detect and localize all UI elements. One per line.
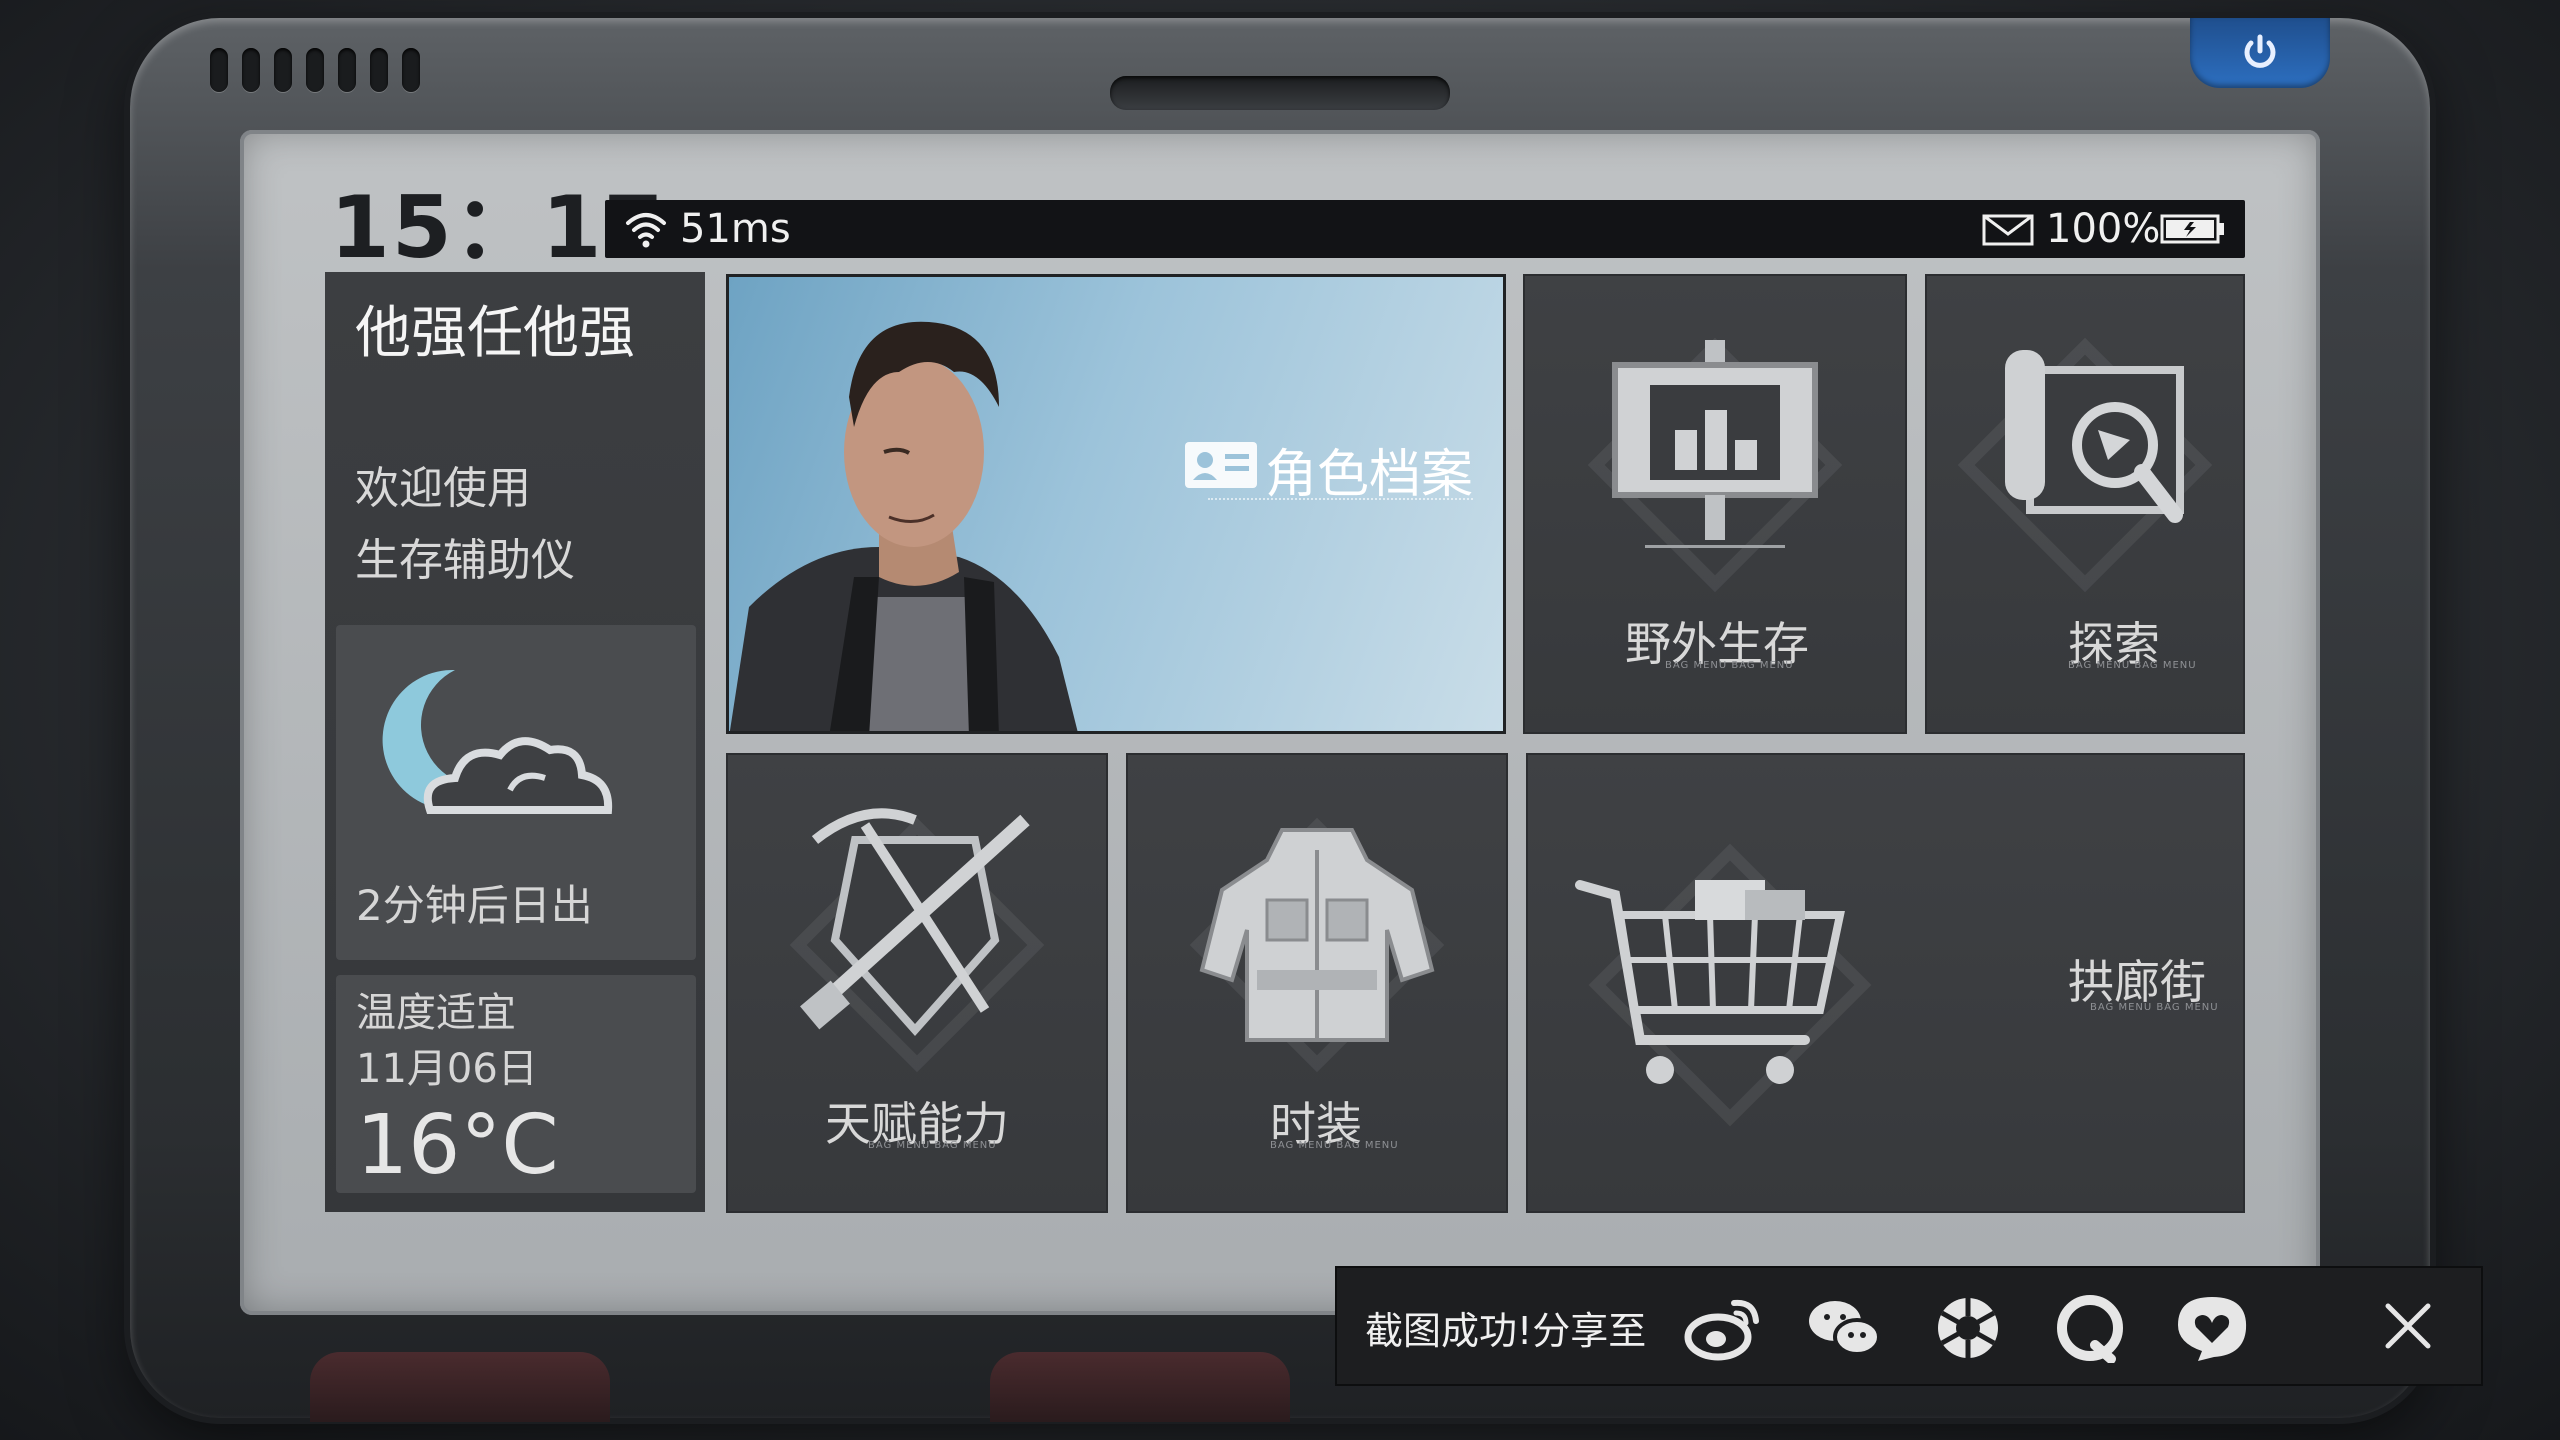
qzone-icon[interactable]	[2172, 1290, 2252, 1366]
weibo-icon[interactable]	[1682, 1290, 1762, 1366]
survival-sub: BAG MENU BAG MENU	[1665, 660, 1794, 671]
leaderboard-sign-icon	[1612, 340, 1818, 548]
device-bottom-button-left[interactable]	[310, 1352, 610, 1422]
profile-label: 角色档案	[1265, 445, 1474, 505]
mail-icon[interactable]	[1982, 214, 2034, 246]
power-button[interactable]	[2190, 18, 2330, 88]
welcome-text: 欢迎使用	[355, 463, 531, 514]
arcade-sub: BAG MENU BAG MENU	[2090, 1002, 2219, 1013]
device-top-slot	[1110, 76, 1450, 110]
wechat-icon[interactable]	[1805, 1290, 1885, 1366]
share-prompt: 截图成功!分享至	[1365, 1309, 1647, 1353]
vent-grille	[210, 48, 420, 92]
map-magnifier-icon	[2005, 350, 2184, 523]
id-card-icon	[1185, 442, 1257, 488]
battery-percent: 100%	[2046, 206, 2161, 252]
jacket-icon	[1199, 828, 1435, 1042]
date-label: 11月06日	[356, 1046, 538, 1092]
temperature-condition: 温度适宜	[356, 990, 516, 1036]
sunrise-countdown: 2分钟后日出	[356, 881, 593, 930]
moon-cloud-icon	[382, 669, 613, 814]
talent-sub: BAG MENU BAG MENU	[868, 1140, 997, 1151]
explore-sub: BAG MENU BAG MENU	[2068, 660, 2197, 671]
ping-value: 51ms	[680, 206, 791, 252]
device-bottom-button-center[interactable]	[990, 1352, 1290, 1422]
close-icon[interactable]	[2378, 1296, 2438, 1356]
power-icon	[2244, 34, 2276, 68]
profile-divider	[1208, 498, 1473, 510]
fashion-sub: BAG MENU BAG MENU	[1270, 1140, 1399, 1151]
shopping-cart-icon	[1575, 880, 1845, 1084]
welcome-subtitle: 生存辅助仪	[355, 535, 575, 586]
qq-icon[interactable]	[2050, 1290, 2130, 1366]
temperature-value: 16°C	[356, 1098, 559, 1193]
battery-icon	[2160, 214, 2224, 244]
wifi-icon	[626, 213, 666, 248]
moments-icon[interactable]	[1928, 1290, 2008, 1366]
user-name: 他强任他强	[355, 301, 635, 366]
talent-weapons-icon	[800, 808, 1030, 1037]
